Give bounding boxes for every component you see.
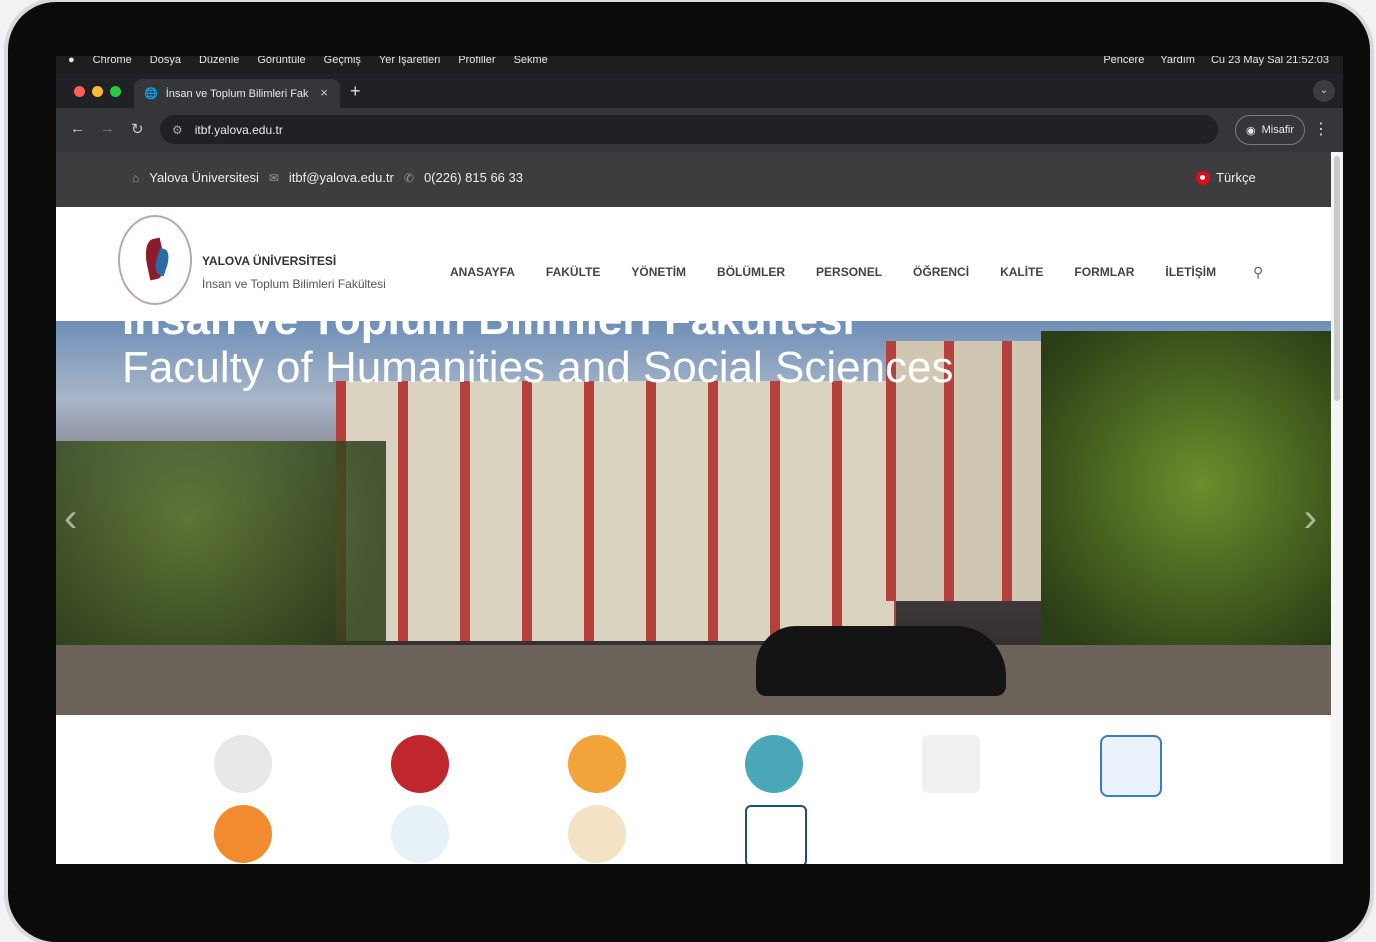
tab-title: İnsan ve Toplum Bilimleri Fak xyxy=(165,87,309,100)
brand-subtitle[interactable]: İnsan ve Toplum Bilimleri Fakültesi xyxy=(202,277,386,291)
menu-icon[interactable]: ⋮ xyxy=(1313,119,1329,139)
nav-anasayfa[interactable]: ANASAYFA xyxy=(450,265,515,279)
clock-people-icon[interactable] xyxy=(214,805,272,863)
university-link[interactable]: Yalova Üniversitesi xyxy=(149,170,259,185)
next-slide-icon[interactable]: › xyxy=(1304,496,1317,541)
nav-yonetim[interactable]: YÖNETİM xyxy=(631,265,686,279)
nav-kalite[interactable]: KALİTE xyxy=(1000,265,1043,279)
nav-personel[interactable]: PERSONEL xyxy=(816,265,882,279)
close-tab-icon[interactable]: × xyxy=(320,85,328,100)
globe-icon: 🌐 xyxy=(144,88,158,100)
nav-bolumler[interactable]: BÖLÜMLER xyxy=(717,265,785,279)
menu-pencere[interactable]: Pencere xyxy=(1103,56,1144,66)
brand-title[interactable]: YALOVA ÜNİVERSİTESİ xyxy=(202,254,336,268)
window-controls xyxy=(74,86,121,97)
nav-fakulte[interactable]: FAKÜLTE xyxy=(546,265,600,279)
hero-title: İnsan ve Toplum Bilimleri Fakültesi xyxy=(122,321,855,345)
certificate-icon[interactable] xyxy=(745,805,807,864)
nav-iletisim[interactable]: İLETİŞİM xyxy=(1165,265,1216,279)
profile-label: Misafir xyxy=(1261,124,1294,136)
profile-icon: ◉ xyxy=(1246,124,1256,137)
language-label: Türkçe xyxy=(1216,170,1256,185)
address-bar[interactable]: ⚙ itbf.yalova.edu.tr xyxy=(160,115,1218,144)
tab-strip: 🌐 İnsan ve Toplum Bilimleri Fak × + ⌄ xyxy=(56,74,1343,108)
hero-slider: İnsan ve Toplum Bilimleri Fakültesi Facu… xyxy=(56,321,1331,715)
minimize-window-button[interactable] xyxy=(92,86,103,97)
ground xyxy=(56,645,1331,715)
menu-profiller[interactable]: Profiller xyxy=(458,56,495,66)
macos-menu-bar: ● Chrome Dosya Düzenle Görüntüle Geçmiş … xyxy=(56,56,1343,74)
person-laptop-icon[interactable] xyxy=(214,735,272,793)
menu-dosya[interactable]: Dosya xyxy=(150,56,181,66)
nav-ogrenci[interactable]: ÖĞRENCİ xyxy=(913,265,969,279)
site-topbar: ⌂ Yalova Üniversitesi ✉ itbf@yalova.edu.… xyxy=(56,152,1331,207)
search-icon[interactable]: ⚲ xyxy=(1253,264,1263,281)
menu-goruntule[interactable]: Görüntüle xyxy=(257,56,305,66)
close-window-button[interactable] xyxy=(74,86,85,97)
car-image xyxy=(756,626,1006,696)
menu-yer-isaretleri[interactable]: Yer İşaretleri xyxy=(379,56,440,66)
hero-subtitle: Faculty of Humanities and Social Science… xyxy=(122,343,954,392)
quick-links xyxy=(56,715,1331,864)
tab-search-button[interactable]: ⌄ xyxy=(1313,80,1335,102)
calendar-icon[interactable] xyxy=(1100,735,1162,797)
apple-icon[interactable]: ● xyxy=(68,56,75,66)
clock: Cu 23 May Sal 21:52:03 xyxy=(1210,56,1329,66)
university-logo[interactable] xyxy=(118,215,192,305)
home-icon: ⌂ xyxy=(132,170,140,185)
turkey-flag-icon xyxy=(1196,170,1210,185)
monitor-icon[interactable] xyxy=(922,735,980,793)
phone-link[interactable]: 0(226) 815 66 33 xyxy=(424,170,523,185)
profile-button[interactable]: ◉ Misafir xyxy=(1235,115,1305,145)
menu-sekme[interactable]: Sekme xyxy=(514,56,548,66)
prev-slide-icon[interactable]: ‹ xyxy=(64,496,77,541)
main-nav: ANASAYFA FAKÜLTE YÖNETİM BÖLÜMLER PERSON… xyxy=(450,265,1216,279)
building-image xyxy=(336,381,896,641)
browser-toolbar: ← → ↻ ⚙ itbf.yalova.edu.tr ◉ Misafir ⋮ xyxy=(56,108,1343,152)
scroll-icon[interactable] xyxy=(745,735,803,793)
menu-gecmis[interactable]: Geçmiş xyxy=(324,56,361,66)
screen: ● Chrome Dosya Düzenle Görüntüle Geçmiş … xyxy=(56,56,1343,864)
email-icon: ✉ xyxy=(268,170,279,185)
nav-formlar[interactable]: FORMLAR xyxy=(1074,265,1134,279)
url-text: itbf.yalova.edu.tr xyxy=(194,122,283,137)
sign-figure-icon[interactable] xyxy=(568,805,626,863)
menu-chrome[interactable]: Chrome xyxy=(93,56,132,66)
browser-tab[interactable]: 🌐 İnsan ve Toplum Bilimleri Fak × xyxy=(134,79,340,108)
maximize-window-button[interactable] xyxy=(110,86,121,97)
menu-yardim[interactable]: Yardım xyxy=(1160,56,1195,66)
language-switcher[interactable]: Türkçe xyxy=(1196,170,1256,185)
email-link[interactable]: itbf@yalova.edu.tr xyxy=(289,170,394,185)
phone-chat-icon[interactable] xyxy=(568,735,626,793)
registered-icon[interactable] xyxy=(391,735,449,793)
globe-icon[interactable] xyxy=(391,805,449,863)
menu-duzenle[interactable]: Düzenle xyxy=(199,56,239,66)
site-settings-icon[interactable]: ⚙ xyxy=(172,123,183,137)
phone-icon: ✆ xyxy=(403,170,414,185)
page-scrollbar[interactable] xyxy=(1331,152,1343,864)
forward-icon[interactable]: → xyxy=(100,120,115,137)
new-tab-button[interactable]: + xyxy=(350,81,361,102)
reload-icon[interactable]: ↻ xyxy=(131,120,144,138)
site-header: YALOVA ÜNİVERSİTESİ İnsan ve Toplum Bili… xyxy=(56,207,1331,321)
back-icon[interactable]: ← xyxy=(70,120,85,137)
